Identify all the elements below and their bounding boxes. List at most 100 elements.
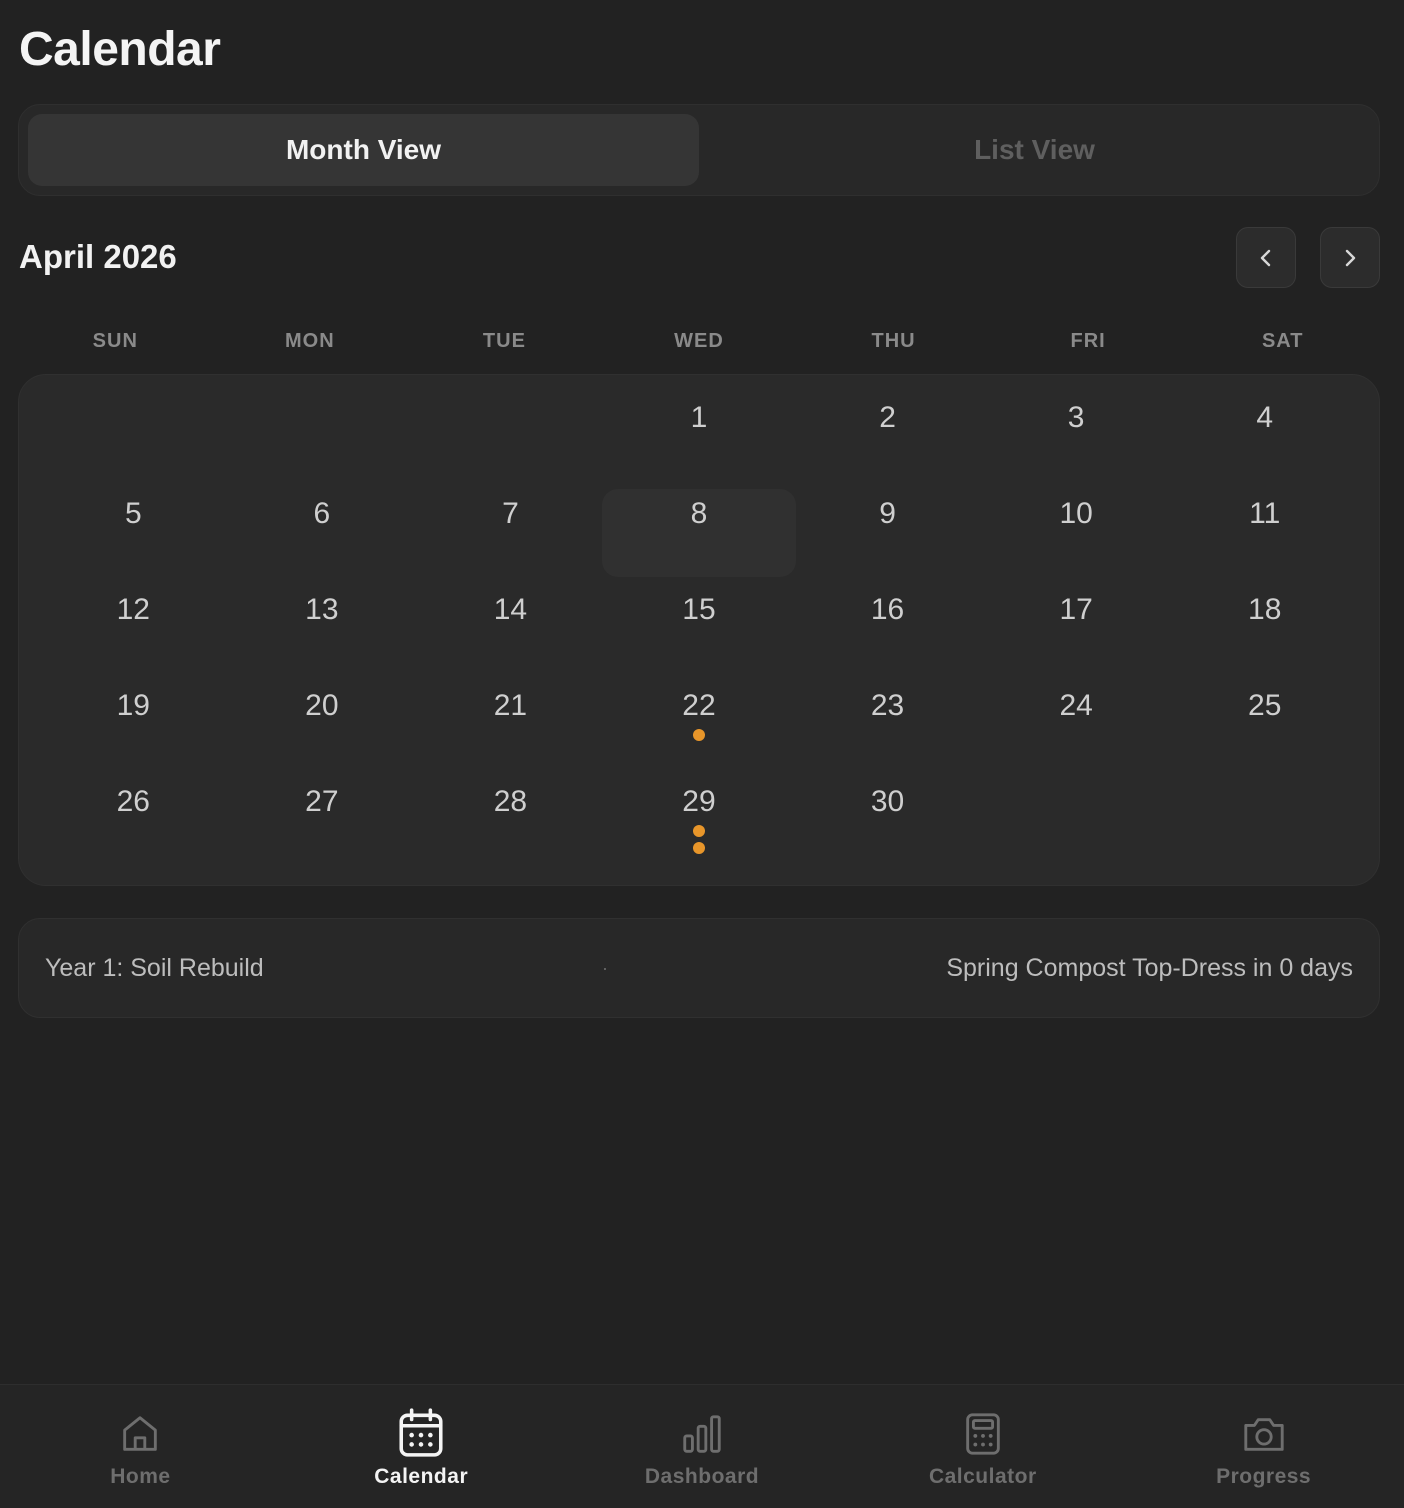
day-number: 3 (1067, 401, 1085, 434)
day-number: 24 (1059, 689, 1093, 722)
day-cell[interactable]: 1 (602, 393, 797, 489)
empty-day-cell (1167, 777, 1362, 873)
day-number: 18 (1248, 593, 1282, 626)
tab-label: Dashboard (644, 1465, 760, 1488)
tab-calendar[interactable]: Calendar (281, 1385, 562, 1508)
day-number: 10 (1059, 497, 1093, 530)
tab-label: Calculator (928, 1465, 1037, 1488)
day-cell[interactable]: 26 (36, 777, 231, 873)
day-number: 21 (493, 689, 528, 722)
day-number: 8 (690, 497, 708, 530)
chevron-left-icon (1260, 249, 1271, 266)
camera-icon (1243, 1418, 1284, 1451)
day-number: 19 (116, 689, 150, 722)
list-view-tab[interactable]: List View (699, 114, 1370, 186)
weekday-label: THU (871, 330, 916, 352)
day-number: 13 (305, 593, 339, 626)
day-number: 22 (682, 689, 716, 722)
day-cell[interactable]: 12 (36, 585, 231, 681)
weekday-label: FRI (1070, 330, 1106, 352)
calendar-grid-card: 1 2 3 4 5 6 7 8 9 10 11 12 13 14 15 16 17 18 19 20 21 22 23 24 2… (18, 374, 1380, 886)
day-number: 27 (305, 785, 339, 818)
day-cell[interactable]: 27 (225, 777, 420, 873)
day-cell[interactable]: 29 (602, 777, 797, 873)
day-number: 29 (682, 785, 716, 818)
day-cell[interactable]: 13 (225, 585, 420, 681)
tab-progress[interactable]: Progress (1123, 1385, 1404, 1508)
day-number: 7 (502, 497, 519, 530)
page-title: Calendar (19, 23, 221, 76)
day-cell[interactable]: 4 (1167, 393, 1362, 489)
day-cell[interactable]: 22 (602, 681, 797, 777)
day-number: 28 (493, 785, 528, 818)
day-cell[interactable]: 14 (413, 585, 608, 681)
day-number: 30 (870, 785, 905, 818)
day-number: 1 (690, 401, 708, 434)
day-number: 9 (879, 497, 896, 530)
tab-label: Calendar (374, 1465, 469, 1488)
day-number: 16 (870, 593, 905, 626)
day-number: 25 (1248, 689, 1282, 722)
day-number: 26 (116, 785, 150, 818)
day-cell[interactable]: 6 (225, 489, 420, 585)
event-indicators (692, 825, 705, 854)
day-number: 4 (1256, 401, 1274, 434)
chevron-right-icon (1345, 249, 1356, 266)
status-separator: · (602, 957, 608, 978)
calendar-icon (399, 1408, 443, 1457)
empty-day-cell (413, 393, 608, 489)
next-month-button[interactable] (1320, 227, 1380, 288)
status-card: Year 1: Soil Rebuild · Spring Compost To… (18, 918, 1380, 1018)
day-number: 14 (493, 593, 528, 626)
day-cell[interactable]: 9 (790, 489, 985, 585)
day-cell[interactable]: 7 (413, 489, 608, 585)
weekday-label: MON (285, 330, 335, 352)
tab-calculator[interactable]: Calculator (842, 1385, 1123, 1508)
day-cell[interactable]: 23 (790, 681, 985, 777)
day-cell[interactable]: 24 (979, 681, 1174, 777)
home-icon (123, 1416, 158, 1451)
empty-day-cell (979, 777, 1174, 873)
day-cell[interactable]: 30 (790, 777, 985, 873)
month-view-tab[interactable]: Month View (28, 114, 699, 186)
day-number: 6 (313, 497, 331, 530)
next-task-label: Spring Compost Top-Dress in 0 days (946, 953, 1353, 982)
day-cell[interactable]: 10 (979, 489, 1174, 585)
event-dot (692, 729, 705, 741)
day-cell[interactable]: 19 (36, 681, 231, 777)
tab-home[interactable]: Home (0, 1385, 281, 1508)
event-indicators (692, 729, 705, 741)
tab-label: Home (110, 1465, 171, 1488)
day-cell[interactable]: 3 (979, 393, 1174, 489)
day-number: 23 (870, 689, 905, 722)
day-cell[interactable]: 18 (1167, 585, 1362, 681)
calendar-screen: Calendar Month View List View April 2026… (0, 0, 1404, 1508)
day-number: 20 (305, 689, 339, 722)
tab-dashboard[interactable]: Dashboard (562, 1385, 843, 1508)
day-cell[interactable]: 11 (1167, 489, 1362, 585)
day-cell[interactable]: 17 (979, 585, 1174, 681)
day-cell[interactable]: 28 (413, 777, 608, 873)
day-cell[interactable]: 25 (1167, 681, 1362, 777)
weekday-label: TUE (482, 330, 526, 352)
day-number: 12 (116, 593, 150, 626)
calculator-icon (966, 1413, 1000, 1455)
day-cell[interactable]: 15 (602, 585, 797, 681)
event-dot (692, 842, 705, 854)
day-cell[interactable]: 5 (36, 489, 231, 585)
weekday-label: SAT (1261, 330, 1304, 352)
empty-day-cell (225, 393, 420, 489)
previous-month-button[interactable] (1236, 227, 1296, 288)
bottom-tab-bar: Home Calendar Dashboard Calculator Progr… (0, 1384, 1404, 1508)
empty-day-cell (36, 393, 231, 489)
day-number: 15 (682, 593, 716, 626)
day-number: 11 (1249, 497, 1281, 530)
day-cell[interactable]: 21 (413, 681, 608, 777)
day-cell[interactable]: 2 (790, 393, 985, 489)
day-cell[interactable]: 8 (601, 489, 797, 577)
day-number: 17 (1059, 593, 1093, 626)
day-cell[interactable]: 16 (790, 585, 985, 681)
weekday-header: SUN MON TUE WED THU FRI SAT (18, 330, 1380, 353)
day-cell[interactable]: 20 (225, 681, 420, 777)
tab-label: Progress (1216, 1465, 1312, 1488)
